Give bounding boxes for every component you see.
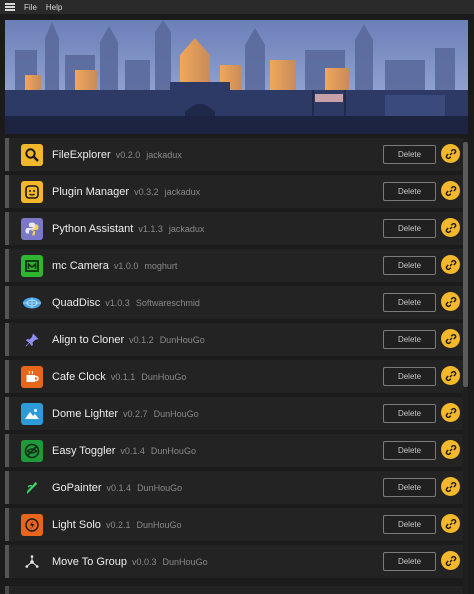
plugin-name: Light Solo	[52, 518, 101, 531]
link-icon[interactable]	[441, 366, 460, 385]
delete-button[interactable]: Delete	[383, 256, 436, 275]
plugin-author: DunHouGo	[141, 371, 187, 382]
link-icon[interactable]	[441, 144, 460, 163]
plugin-author: jackadux	[164, 186, 201, 197]
menu-help[interactable]: Help	[46, 3, 62, 12]
magnifier-icon	[21, 143, 43, 166]
scrollbar[interactable]	[463, 138, 468, 594]
hamburger-menu-icon[interactable]	[5, 3, 15, 11]
plugin-version: v0.2.0	[115, 149, 141, 160]
plugin-row: QuadDisc v1.0.3 Softwareschmid Delete	[5, 286, 463, 319]
plugin-row: mc Camera v1.0.0 moghurt Delete	[5, 249, 463, 282]
delete-button[interactable]: Delete	[383, 552, 436, 571]
plugin-version: v0.1.2	[129, 334, 154, 345]
plugin-author: DunHouGo	[150, 445, 196, 456]
plugin-version: v1.1.3	[138, 223, 163, 234]
python-icon	[21, 217, 43, 240]
delete-button[interactable]: Delete	[383, 330, 436, 349]
plugin-name: FileExplorer	[52, 148, 111, 161]
plugin-row: Dome Lighter v0.2.7 DunHouGo Delete	[5, 397, 463, 430]
bulb-icon	[21, 513, 43, 536]
eye-slash-icon	[21, 439, 43, 462]
link-icon[interactable]	[441, 440, 460, 459]
plugin-name: Align to Cloner	[52, 333, 125, 346]
plugin-row: Move To Group v0.0.3 DunHouGo Delete	[5, 545, 463, 578]
link-icon[interactable]	[441, 255, 460, 274]
disc-icon	[21, 291, 43, 314]
plugin-name: GoPainter	[52, 481, 102, 494]
plugin-row: Python Assistant v1.1.3 jackadux Delete	[5, 212, 463, 245]
delete-button[interactable]: Delete	[383, 441, 436, 460]
camera-icon	[21, 254, 43, 277]
plugin-row: FileExplorer v0.2.0 jackadux Delete	[5, 138, 463, 171]
link-icon[interactable]	[441, 403, 460, 422]
plugin-name: Easy Toggler	[52, 444, 116, 457]
link-icon[interactable]	[441, 292, 460, 311]
mountain-icon	[21, 402, 43, 425]
plugin-author: Softwareschmid	[135, 297, 200, 308]
delete-button[interactable]: Delete	[383, 367, 436, 386]
plugin-version: v0.2.7	[123, 408, 148, 419]
link-icon[interactable]	[441, 329, 460, 348]
plugin-row: Cafe Clock v0.1.1 DunHouGo Delete	[5, 360, 463, 393]
plugin-author: DunHouGo	[153, 408, 199, 419]
pin-icon	[21, 328, 43, 351]
coffee-icon	[21, 365, 43, 388]
plugin-author: DunHouGo	[159, 334, 205, 345]
link-icon[interactable]	[441, 477, 460, 496]
banner-image	[5, 20, 468, 134]
list-item-partial	[5, 586, 467, 594]
delete-button[interactable]: Delete	[383, 293, 436, 312]
plugin-name: QuadDisc	[52, 296, 101, 309]
delete-button[interactable]: Delete	[383, 515, 436, 534]
plugin-version: v0.0.3	[132, 556, 157, 567]
plugin-author: DunHouGo	[137, 482, 183, 493]
plugin-version: v1.0.0	[113, 260, 139, 271]
plugin-name: Cafe Clock	[52, 370, 106, 383]
delete-button[interactable]: Delete	[383, 404, 436, 423]
group-icon	[21, 550, 43, 573]
plugin-name: Python Assistant	[52, 222, 134, 235]
plugin-author: jackadux	[146, 149, 182, 160]
link-icon[interactable]	[441, 181, 460, 200]
plugin-version: v0.1.1	[110, 371, 136, 382]
plugin-version: v0.1.4	[106, 482, 132, 493]
delete-button[interactable]: Delete	[383, 219, 436, 238]
link-icon[interactable]	[441, 514, 460, 533]
plugin-name: mc Camera	[52, 259, 109, 272]
smiley-icon	[21, 180, 43, 203]
scrollbar-thumb[interactable]	[463, 142, 468, 387]
plugin-name: Plugin Manager	[52, 185, 130, 198]
plugin-row: GoPainter v0.1.4 DunHouGo Delete	[5, 471, 463, 504]
plugin-name: Move To Group	[52, 555, 128, 568]
delete-button[interactable]: Delete	[383, 182, 436, 201]
menu-bar: File Help	[0, 0, 474, 14]
plugin-author: jackadux	[168, 223, 205, 234]
plugin-version: v0.1.4	[120, 445, 145, 456]
plugin-row: Light Solo v0.2.1 DunHouGo Delete	[5, 508, 463, 541]
plugin-version: v1.0.3	[105, 297, 130, 308]
menu-file[interactable]: File	[24, 3, 37, 12]
plugin-version: v0.2.1	[105, 519, 131, 530]
link-icon[interactable]	[441, 551, 460, 570]
plugin-author: DunHouGo	[136, 519, 182, 530]
plugin-row: Align to Cloner v0.1.2 DunHouGo Delete	[5, 323, 463, 356]
painter-icon	[21, 476, 43, 499]
delete-button[interactable]: Delete	[383, 145, 436, 164]
plugin-author: DunHouGo	[162, 556, 208, 567]
plugin-version: v0.3.2	[134, 186, 159, 197]
plugin-list: FileExplorer v0.2.0 jackadux Delete Plugin M…	[5, 138, 463, 582]
delete-button[interactable]: Delete	[383, 478, 436, 497]
link-icon[interactable]	[441, 218, 460, 237]
plugin-row: Easy Toggler v0.1.4 DunHouGo Delete	[5, 434, 463, 467]
plugin-author: moghurt	[144, 260, 178, 271]
plugin-row: Plugin Manager v0.3.2 jackadux Delete	[5, 175, 463, 208]
plugin-name: Dome Lighter	[52, 407, 119, 420]
